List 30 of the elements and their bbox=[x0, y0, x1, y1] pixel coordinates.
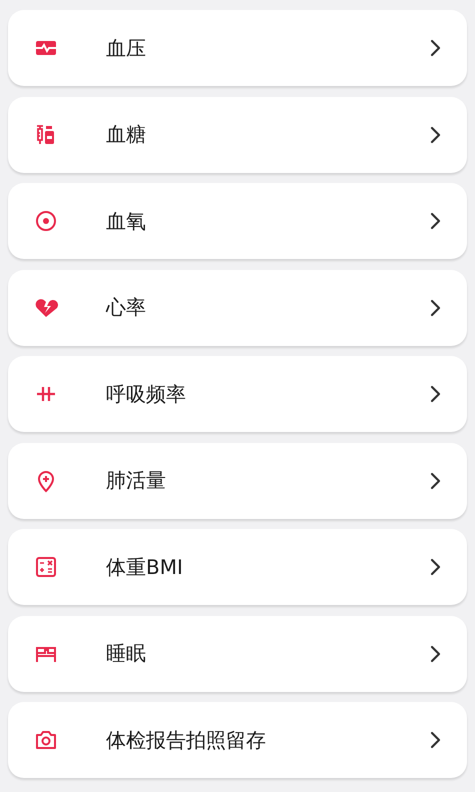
chevron-right-icon bbox=[429, 298, 441, 318]
chevron-right-icon bbox=[429, 211, 441, 231]
chevron-right-icon bbox=[429, 384, 441, 404]
chevron-right-icon bbox=[429, 730, 441, 750]
item-label: 血压 bbox=[106, 34, 147, 62]
menu-item[interactable]: 血糖 bbox=[8, 96, 467, 172]
menu-item[interactable]: 体检报告拍照留存 bbox=[8, 702, 467, 778]
item-label: 血氧 bbox=[106, 208, 147, 234]
chevron-right-icon bbox=[429, 470, 441, 490]
menu-item[interactable]: 心率 bbox=[8, 270, 467, 346]
item-label: 体重BMI bbox=[106, 554, 184, 580]
menu-item[interactable]: 体重BMI bbox=[8, 529, 467, 605]
chevron-right-icon bbox=[429, 124, 441, 144]
chevron-right-icon bbox=[429, 38, 441, 58]
menu-item[interactable]: 肺活量 bbox=[8, 442, 467, 518]
item-label: 体检报告拍照留存 bbox=[106, 726, 267, 754]
menu-item[interactable]: 呼吸频率 bbox=[8, 356, 467, 432]
menu-item[interactable]: 血氧 bbox=[8, 183, 467, 259]
item-label: 血糖 bbox=[106, 121, 147, 148]
item-label: 呼吸频率 bbox=[106, 380, 187, 408]
chevron-right-icon bbox=[429, 557, 441, 577]
item-label: 心率 bbox=[106, 294, 147, 321]
menu-item[interactable]: 睡眠 bbox=[8, 616, 467, 692]
calculator-icon bbox=[34, 555, 58, 579]
target-icon bbox=[34, 209, 58, 233]
item-label: 睡眠 bbox=[106, 640, 147, 667]
chevron-right-icon bbox=[429, 644, 441, 664]
item-label: 肺活量 bbox=[106, 467, 167, 494]
camera-icon bbox=[34, 728, 58, 752]
menu-item[interactable]: 血压 bbox=[8, 10, 467, 86]
